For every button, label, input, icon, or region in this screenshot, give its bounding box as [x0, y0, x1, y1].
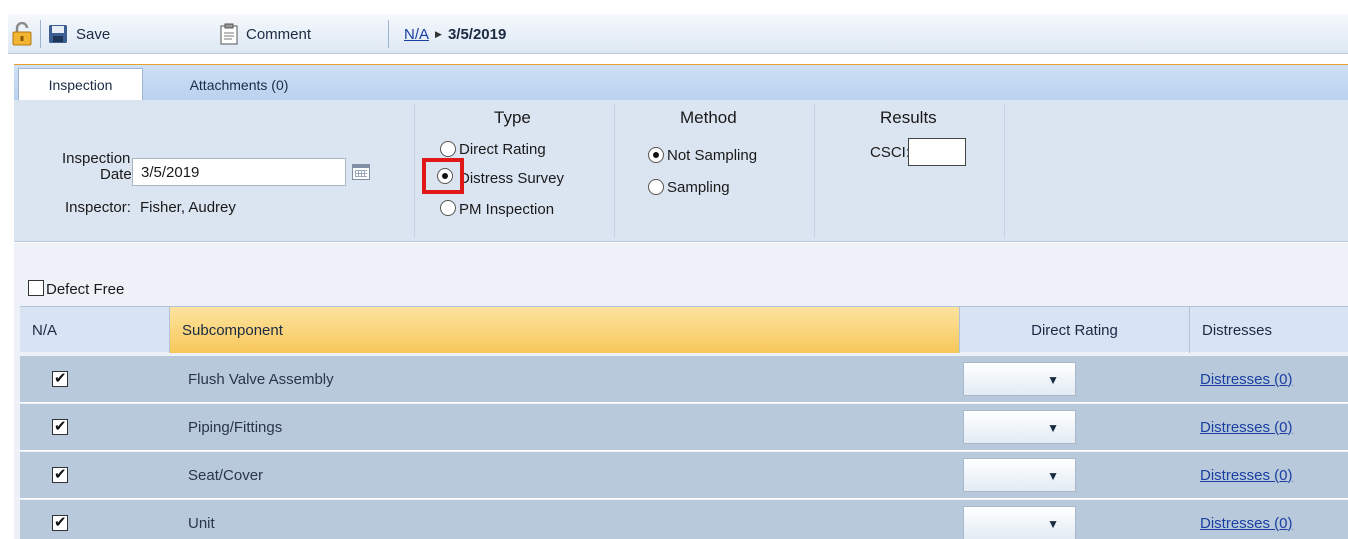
type-distress-survey-label: Distress Survey: [459, 170, 565, 187]
divider: [614, 104, 615, 238]
inspector-name: Fisher, Audrey: [140, 199, 236, 216]
defect-free-label: Defect Free: [46, 281, 125, 298]
subcomponent-name: Seat/Cover: [188, 466, 264, 484]
direct-rating-dropdown[interactable]: ▼: [963, 506, 1076, 539]
distresses-link[interactable]: Distresses (0): [1200, 452, 1293, 498]
breadcrumb: N/A ▶ 3/5/2019: [404, 14, 506, 54]
distresses-link[interactable]: Distresses (0): [1200, 500, 1293, 539]
type-direct-rating-radio[interactable]: [440, 141, 456, 157]
type-pm-inspection-radio[interactable]: [440, 200, 456, 216]
toolbar: Save Comment N/A ▶ 3/5/2019: [8, 14, 1348, 54]
tab-bar: Inspection Attachments (0): [14, 64, 1348, 101]
type-direct-rating-label: Direct Rating: [459, 141, 546, 158]
na-checkbox[interactable]: [52, 513, 68, 531]
lock-button[interactable]: [8, 14, 36, 54]
save-button[interactable]: Save: [48, 14, 110, 54]
inspection-date-field[interactable]: [132, 158, 346, 186]
dropdown-caret-icon: ▼: [1047, 517, 1059, 531]
defect-free-checkbox[interactable]: [28, 280, 44, 296]
table-row: Flush Valve Assembly ▼ Distresses (0): [20, 356, 1348, 403]
direct-rating-dropdown[interactable]: ▼: [963, 410, 1076, 444]
csci-input[interactable]: [908, 138, 966, 166]
method-sampling-radio[interactable]: [648, 179, 664, 195]
comment-button[interactable]: Comment: [220, 14, 311, 54]
subcomponent-name: Flush Valve Assembly: [188, 370, 334, 388]
comment-icon: [220, 23, 238, 45]
dropdown-caret-icon: ▼: [1047, 373, 1059, 387]
distresses-link[interactable]: Distresses (0): [1200, 404, 1293, 450]
dropdown-caret-icon: ▼: [1047, 469, 1059, 483]
table-row: Unit ▼ Distresses (0): [20, 500, 1348, 539]
distresses-link[interactable]: Distresses (0): [1200, 356, 1293, 402]
breadcrumb-link[interactable]: N/A: [404, 26, 429, 43]
na-checkbox[interactable]: [52, 369, 68, 387]
column-header-na[interactable]: N/A: [20, 307, 170, 353]
comment-label: Comment: [246, 25, 312, 43]
direct-rating-dropdown[interactable]: ▼: [963, 458, 1076, 492]
divider: [814, 104, 815, 238]
tab-attachments[interactable]: Attachments (0): [164, 68, 314, 101]
toolbar-separator: [388, 20, 389, 48]
grid-header: N/A Subcomponent Direct Rating Distresse…: [20, 306, 1348, 353]
selection-highlight: [422, 158, 464, 194]
inspection-date-label-2: Date:: [100, 166, 136, 183]
lock-icon: [12, 22, 32, 46]
method-heading: Method: [680, 108, 737, 127]
divider: [414, 104, 415, 238]
column-header-direct-rating[interactable]: Direct Rating: [960, 307, 1190, 353]
method-sampling-label: Sampling: [667, 179, 730, 196]
direct-rating-dropdown[interactable]: ▼: [963, 362, 1076, 396]
save-icon: [49, 25, 67, 43]
na-checkbox[interactable]: [52, 465, 68, 483]
table-row: Piping/Fittings ▼ Distresses (0): [20, 404, 1348, 451]
subcomponent-name: Piping/Fittings: [188, 418, 283, 436]
column-header-subcomponent[interactable]: Subcomponent: [170, 307, 960, 353]
save-label: Save: [76, 25, 111, 43]
calendar-icon[interactable]: [352, 164, 370, 180]
breadcrumb-date: 3/5/2019: [447, 25, 507, 43]
na-checkbox[interactable]: [52, 417, 68, 435]
csci-label: CSCI:: [870, 144, 911, 161]
dropdown-caret-icon: ▼: [1047, 421, 1059, 435]
type-pm-inspection-label: PM Inspection: [459, 201, 555, 218]
inspection-date-label-1: Inspection: [62, 150, 131, 167]
table-row: Seat/Cover ▼ Distresses (0): [20, 452, 1348, 499]
tab-inspection[interactable]: Inspection: [18, 68, 143, 101]
inspector-label: Inspector:: [65, 199, 131, 216]
subcomponent-name: Unit: [188, 514, 215, 532]
column-header-distresses[interactable]: Distresses: [1190, 307, 1348, 353]
toolbar-separator: [40, 20, 41, 48]
breadcrumb-arrow-icon: ▶: [435, 28, 442, 39]
type-heading: Type: [494, 108, 531, 127]
results-heading: Results: [880, 108, 937, 127]
divider: [1004, 104, 1005, 238]
method-not-sampling-radio[interactable]: [648, 147, 664, 163]
method-not-sampling-label: Not Sampling: [667, 147, 758, 164]
